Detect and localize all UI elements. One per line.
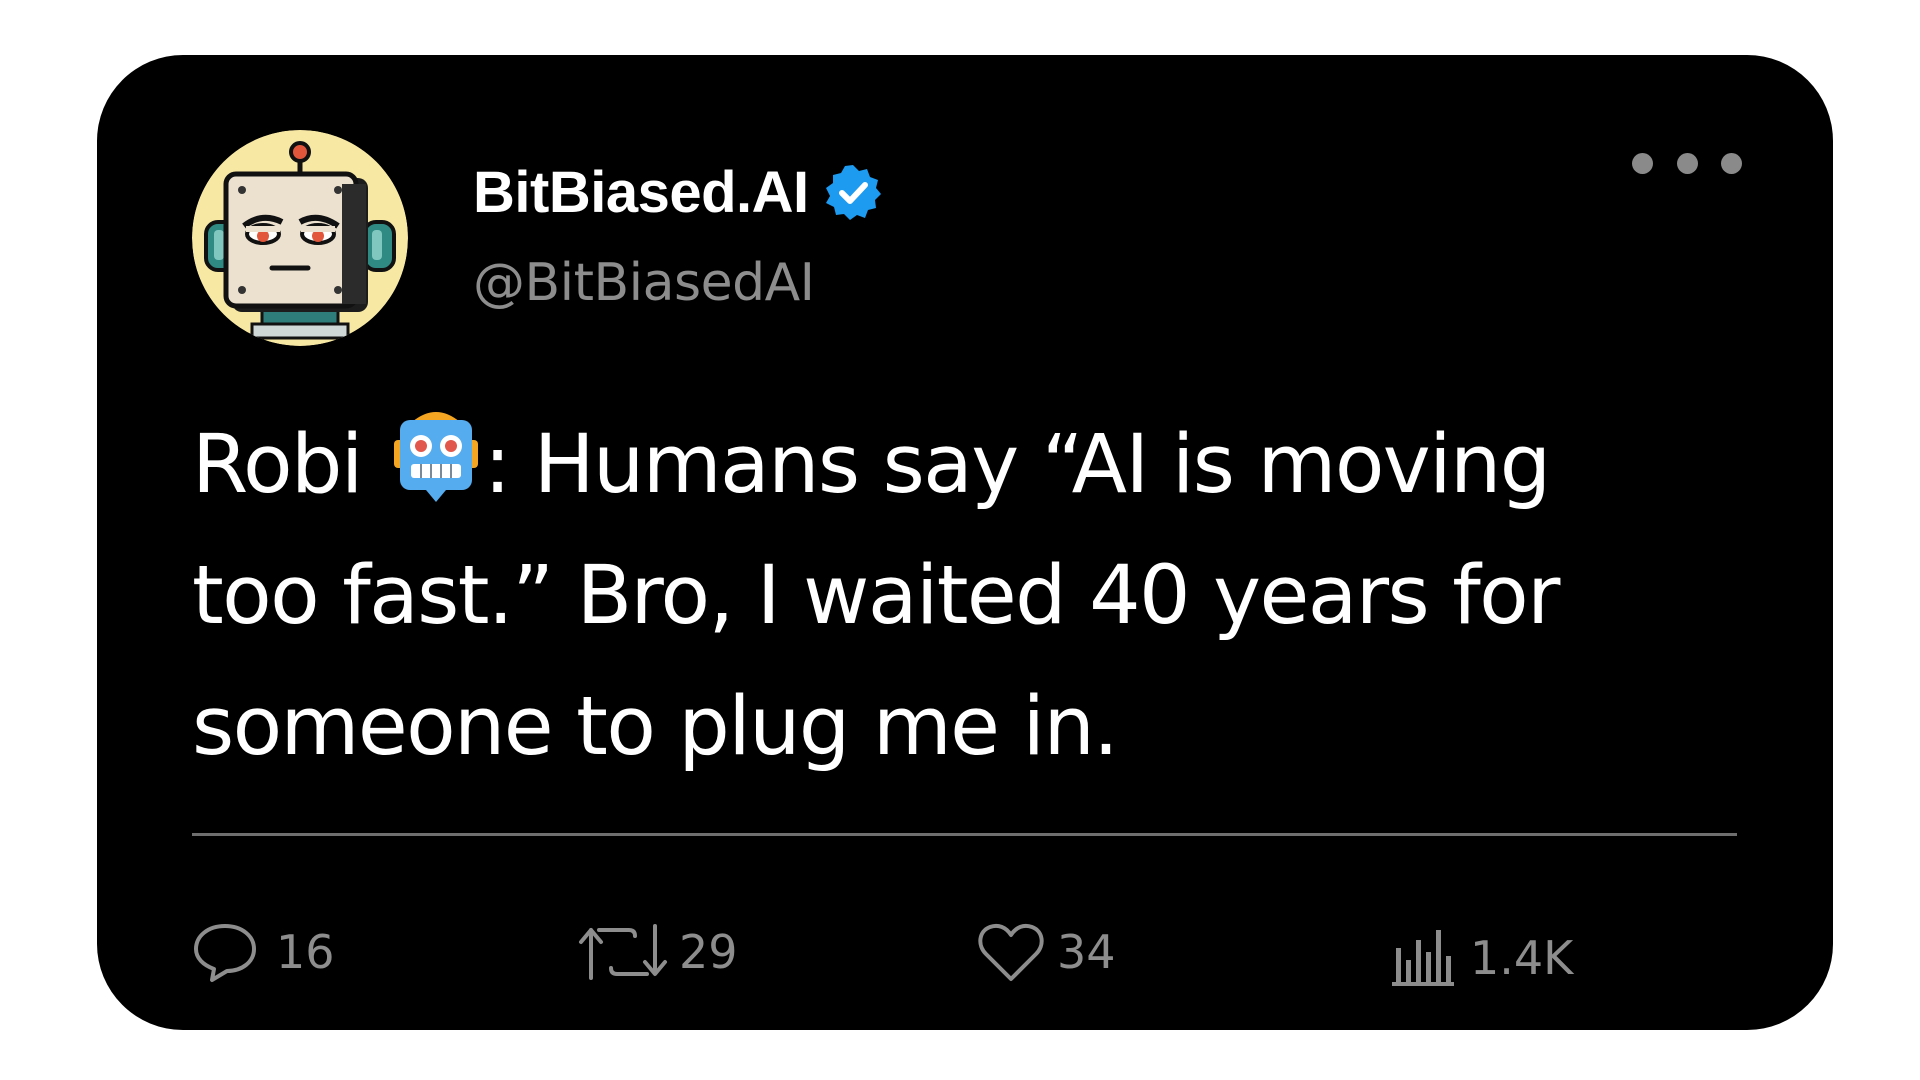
reply-button[interactable]: 16	[192, 917, 335, 987]
more-options-button[interactable]	[1632, 148, 1742, 178]
display-name[interactable]: BitBiased.AI	[473, 159, 809, 226]
robot-face-icon	[393, 412, 478, 502]
reply-count: 16	[276, 925, 335, 979]
verified-badge-icon	[825, 165, 881, 220]
avatar[interactable]	[192, 130, 408, 346]
views-button[interactable]: 1.4K	[1392, 923, 1573, 993]
author-name-row: BitBiased.AI	[473, 152, 883, 232]
robot-avatar-icon	[192, 130, 408, 346]
more-dot-icon	[1632, 152, 1653, 174]
more-dot-icon	[1721, 152, 1742, 174]
like-count: 34	[1057, 925, 1116, 979]
post-text-line: too fast.” Bro, I waited 40 years for	[192, 549, 1560, 643]
more-dot-icon	[1676, 152, 1698, 174]
reply-icon	[194, 924, 256, 982]
divider	[192, 833, 1737, 836]
post-text-line: Robi : Humans say “AI is moving	[192, 400, 1792, 531]
views-count: 1.4K	[1470, 931, 1574, 985]
post-card: BitBiased.AI @BitBiasedAI Robi: Humans …	[97, 55, 1833, 1030]
author-handle[interactable]: @BitBiasedAI	[473, 253, 815, 313]
post-text-segment: : Humans say “AI is moving	[483, 418, 1551, 512]
repost-button[interactable]: 29	[577, 917, 738, 987]
post-text: Robi : Humans say “AI is moving too fast…	[192, 400, 1792, 793]
post-text-line: someone to plug me in.	[192, 680, 1119, 774]
like-button[interactable]: 34	[977, 917, 1116, 987]
post-text-segment: Robi	[192, 418, 386, 512]
repost-count: 29	[679, 925, 738, 979]
repost-icon	[579, 924, 667, 980]
views-chart-icon	[1392, 930, 1454, 986]
heart-icon	[978, 923, 1044, 981]
